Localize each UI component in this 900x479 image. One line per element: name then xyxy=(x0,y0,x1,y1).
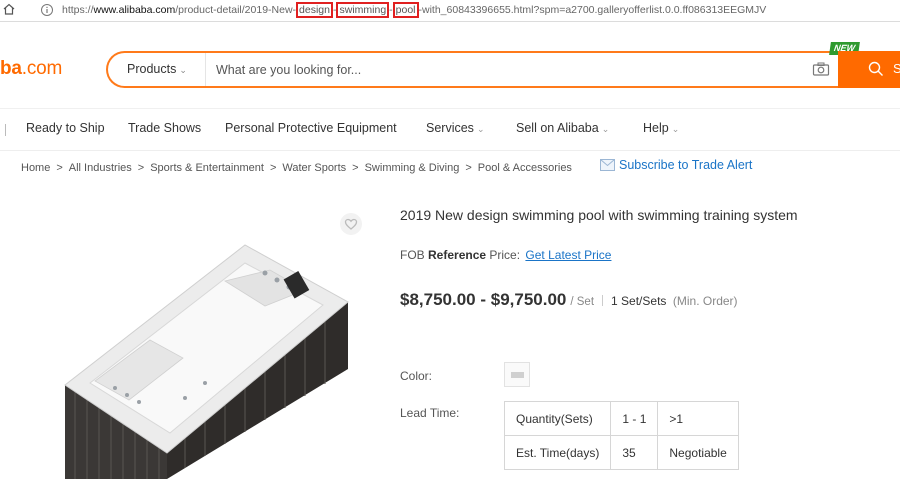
nav-item-sell[interactable]: Sell on Alibaba ⌄ xyxy=(516,121,609,135)
breadcrumb-item[interactable]: Sports & Entertainment xyxy=(150,162,264,174)
swatch-thumbnail xyxy=(511,372,524,378)
nav-label: Ready to Ship xyxy=(26,121,105,135)
divider xyxy=(0,108,900,109)
home-icon[interactable] xyxy=(2,2,16,16)
table-cell: Negotiable xyxy=(657,435,739,470)
chevron-down-icon: ⌄ xyxy=(601,124,610,134)
mail-icon xyxy=(600,159,615,171)
url-prefix: https:// xyxy=(62,4,94,16)
url-highlight-design: design xyxy=(296,2,333,18)
breadcrumb-separator: > xyxy=(465,162,472,174)
nav-label: Sell on Alibaba xyxy=(516,121,599,135)
table-cell: >1 xyxy=(657,401,739,436)
divider xyxy=(602,295,604,306)
table-cell: Est. Time(days) xyxy=(503,435,612,470)
nav-separator xyxy=(5,124,6,136)
fob-label: FOB xyxy=(400,248,425,262)
breadcrumb-item[interactable]: Swimming & Diving xyxy=(365,162,460,174)
color-swatch[interactable] xyxy=(504,362,530,387)
breadcrumb-item[interactable]: Home xyxy=(21,162,50,174)
search-input[interactable] xyxy=(216,61,776,79)
nav-item-services[interactable]: Services ⌄ xyxy=(426,121,484,135)
lead-time-label: Lead Time: xyxy=(400,406,460,420)
url-host: www.alibaba.com xyxy=(93,4,176,16)
fob-price-label: Price: xyxy=(489,248,521,262)
search-divider xyxy=(205,53,206,86)
product-title: 2019 New design swimming pool with swimm… xyxy=(400,207,798,223)
table-cell: Quantity(Sets) xyxy=(503,401,612,436)
min-order-quantity: 1 Set/Sets xyxy=(611,294,667,308)
url-path: /product-detail/2019-New- xyxy=(175,4,297,16)
nav-item-ppe[interactable]: Personal Protective Equipment xyxy=(225,121,397,135)
breadcrumb-item[interactable]: All Industries xyxy=(69,162,132,174)
nav-item-trade-shows[interactable]: Trade Shows xyxy=(128,121,201,135)
nav-label: Help xyxy=(643,121,669,135)
chevron-down-icon: ⌄ xyxy=(179,65,187,75)
price-unit: / Set xyxy=(570,296,595,308)
product-image[interactable] xyxy=(55,228,365,479)
address-bar: https://www.alibaba.com/product-detail/2… xyxy=(0,0,900,22)
table-cell: 35 xyxy=(610,435,659,470)
nav-item-help[interactable]: Help ⌄ xyxy=(643,121,679,135)
nav-label: Trade Shows xyxy=(128,121,202,135)
url-path: -with_60843396655.html?spm=a2700.gallery… xyxy=(418,4,767,16)
url-highlight-pool: pool xyxy=(392,2,419,18)
breadcrumb-separator: > xyxy=(137,162,145,174)
nav-item-ready-to-ship[interactable]: Ready to Ship xyxy=(26,121,105,135)
get-latest-price-link[interactable]: Get Latest Price xyxy=(525,248,611,262)
price-range: $8,750.00 - $9,750.00 xyxy=(400,290,567,309)
breadcrumb-separator: > xyxy=(56,162,63,174)
camera-icon[interactable] xyxy=(812,61,830,77)
logo-tld: .com xyxy=(21,58,63,79)
breadcrumb-separator: > xyxy=(269,162,277,174)
color-label: Color: xyxy=(400,369,433,383)
category-select[interactable]: Products ⌄ xyxy=(127,62,187,76)
subscribe-trade-alert-link[interactable]: Subscribe to Trade Alert xyxy=(600,158,752,172)
search-icon xyxy=(868,61,883,76)
chevron-down-icon: ⌄ xyxy=(476,124,485,134)
min-order-note: (Min. Order) xyxy=(672,294,738,308)
table-row: Est. Time(days) 35 Negotiable xyxy=(503,435,739,470)
info-icon[interactable] xyxy=(40,3,54,17)
search-button[interactable]: S xyxy=(838,51,900,88)
logo-text: ba xyxy=(0,58,22,79)
search-bar: Products ⌄ xyxy=(106,51,846,88)
nav-label: Personal Protective Equipment xyxy=(225,121,397,135)
table-row: Quantity(Sets) 1 - 1 >1 xyxy=(503,401,739,436)
category-label: Products xyxy=(127,62,177,76)
lead-time-table: Quantity(Sets) 1 - 1 >1 Est. Time(days) … xyxy=(503,401,739,470)
breadcrumb-separator: > xyxy=(352,162,359,174)
table-cell: 1 - 1 xyxy=(610,401,659,436)
subscribe-label: Subscribe to Trade Alert xyxy=(619,158,753,172)
alibaba-logo[interactable]: ba.com xyxy=(0,58,62,80)
fob-price-row: FOB Reference Price: Get Latest Price xyxy=(400,248,611,262)
breadcrumb: Home > All Industries > Sports & Entertainme… xyxy=(21,162,572,174)
breadcrumb-item[interactable]: Water Sports xyxy=(282,162,346,174)
url-highlight-swimming: swimming xyxy=(336,2,390,18)
url-text[interactable]: https://www.alibaba.com/product-detail/2… xyxy=(62,1,766,20)
search-button-label: S xyxy=(893,61,900,76)
price-row: $8,750.00 - $9,750.00/ Set 1 Set/Sets (Mi… xyxy=(400,290,738,310)
nav-label: Services xyxy=(426,121,474,135)
chevron-down-icon: ⌄ xyxy=(671,124,680,134)
divider xyxy=(0,150,900,151)
fob-reference-label: Reference xyxy=(428,248,487,262)
breadcrumb-item[interactable]: Pool & Accessories xyxy=(478,162,572,174)
